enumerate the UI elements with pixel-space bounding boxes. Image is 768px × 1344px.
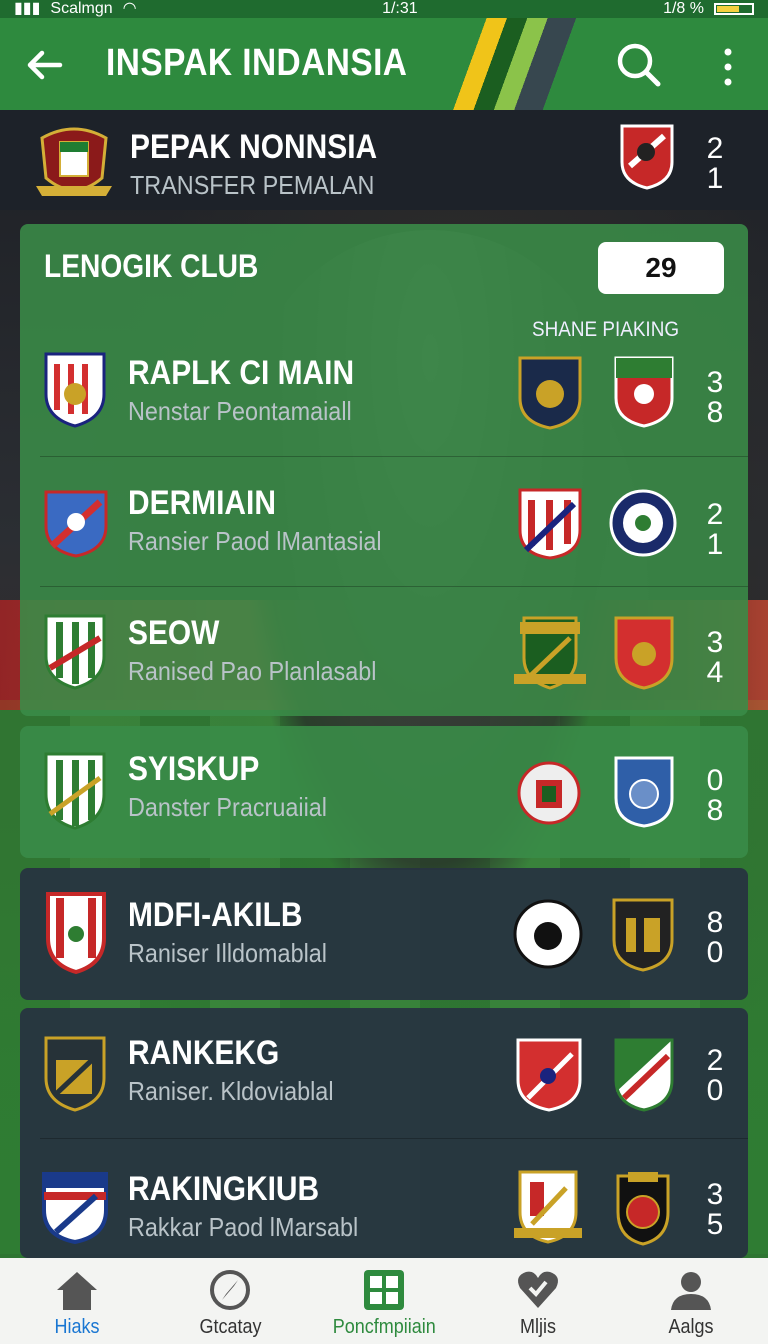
club-crest-icon [609,489,677,557]
row-subtitle: Raniser. Kldoviablal [128,1076,334,1106]
list-item[interactable]: MDFI-AKILB Raniser Illdomablal 80 [20,868,748,1000]
club-crest-icon [616,1172,670,1246]
row-subtitle: Danster Pracruaiial [128,792,327,822]
club-crest-icon [612,898,674,972]
row-subtitle: Ransier Paod lMantasial [128,526,382,556]
club-crest-icon [518,356,582,430]
nav-item-explore[interactable]: Gtcatay [154,1258,308,1344]
club-crest-icon [44,752,106,830]
row-title: RAKINGKIUB [128,1170,320,1208]
federation-crest-icon [36,127,112,196]
divider [40,1138,748,1139]
nav-item-profile[interactable]: Aalgs [614,1258,768,1344]
battery-icon [714,3,754,15]
carrier-label: Scalmgn [50,0,113,17]
battery-percent: 1/8 % [663,0,704,17]
panel-title: LENOGIK CLUB [44,248,259,284]
list-item[interactable]: RANKEKG Raniser. Kldoviablal 20 [20,1008,748,1138]
row-subtitle: TRANSFER PEMALAN [130,170,375,200]
club-crest-icon [614,616,674,690]
more-vert-icon[interactable] [710,40,746,90]
bottom-nav: Hiaks Gtcatay Poncfmpiiain Mljis Aalgs [0,1258,768,1344]
row-title: DERMIAIN [128,484,276,522]
row-subtitle: Raniser Illdomablal [128,938,327,968]
heart-icon [517,1271,558,1308]
home-icon [56,1272,97,1310]
list-item[interactable]: RAPLK CI MAIN Nenstar Peontamaiall 38 [20,336,748,456]
score: 08 [706,764,724,827]
score: 38 [706,366,724,429]
club-crest-icon [518,488,582,560]
nav-label: Gtcatay [199,1316,262,1338]
compass-icon [210,1270,251,1310]
app-title: INSPAK INDANSIA [106,42,408,84]
score: 80 [706,906,724,969]
club-crest-icon [44,352,106,428]
list-item[interactable]: SYISKUP Danster Pracruaiial 08 [20,726,748,858]
list-item[interactable]: SEOW Ranised Pao Planlasabl 34 [20,598,748,716]
app-bar: INSPAK INDANSIA [0,18,768,110]
clock: 1/:31 [382,0,418,17]
score: 21 [706,498,724,561]
score: 34 [706,626,724,689]
club-crest-icon [44,1036,106,1112]
club-crest-icon [517,761,581,825]
nav-label: Hiaks [54,1316,100,1338]
status-bar: ▮▮▮ Scalmgn ◠ 1/:31 1/8 % [0,0,768,18]
decorative-stripes [450,18,620,110]
club-crest-icon [42,1172,108,1244]
club-crest-icon [44,490,108,558]
nav-label: Mljis [519,1316,556,1338]
club-crest-icon [614,1038,674,1112]
wifi-icon: ◠ [122,0,137,17]
user-icon [671,1272,712,1310]
row-title: RANKEKG [128,1034,280,1072]
signal-icon: ▮▮▮ [14,0,41,17]
search-icon[interactable] [614,40,664,90]
nav-item-favorites[interactable]: Mljis [461,1258,615,1344]
club-crest-icon [614,356,674,428]
count-badge[interactable]: 29 [598,242,724,294]
list-item[interactable]: DERMIAIN Ransier Paod lMantasial 21 [20,468,748,588]
row-title: PEPAK NONNSIA [130,128,378,166]
divider [40,456,748,457]
list-item[interactable]: RAKINGKIUB Rakkar Paod lMarsabl 35 [20,1140,748,1258]
row-title: MDFI-AKILB [128,896,303,934]
club-crest-icon [614,756,674,828]
row-title: SEOW [128,614,220,652]
row-subtitle: Nenstar Peontamaiall [128,396,352,426]
row-subtitle: Ranised Pao Planlasabl [128,656,377,686]
row-title: SYISKUP [128,750,260,788]
club-crest-icon [46,892,106,974]
club-crest-icon [514,1170,582,1244]
score: 21 [706,132,724,195]
grid-icon [363,1270,404,1310]
club-crest-icon [516,1038,582,1112]
club-crest-icon [620,124,674,190]
nav-item-home[interactable]: Hiaks [0,1258,154,1344]
club-crest-icon [44,614,106,690]
nav-item-competition[interactable]: Poncfmpiiain [307,1258,461,1344]
club-crest-icon [513,899,583,969]
featured-row[interactable]: PEPAK NONNSIA TRANSFER PEMALAN 21 [0,110,768,210]
row-title: RAPLK CI MAIN [128,354,355,392]
score: 20 [706,1044,724,1107]
row-subtitle: Rakkar Paod lMarsabl [128,1212,359,1242]
nav-label: Aalgs [668,1316,714,1338]
nav-label: Poncfmpiiain [332,1316,436,1338]
club-crest-icon [514,616,586,690]
score: 35 [706,1178,724,1241]
back-arrow-icon[interactable] [22,42,68,88]
